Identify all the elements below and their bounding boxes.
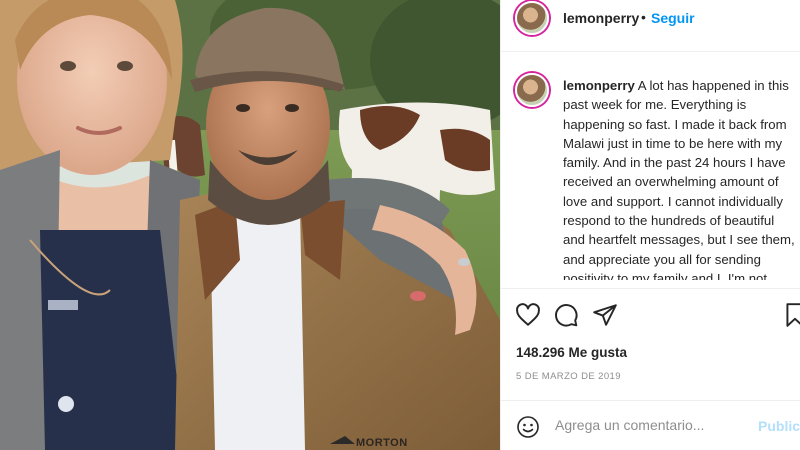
selfie-image (0, 0, 500, 450)
follow-button[interactable]: Seguir (651, 10, 695, 26)
post-side-panel: lemonperry • Seguir lemonperry A lot has… (500, 0, 800, 450)
post-caption: lemonperry A lot has happened in this pa… (563, 76, 799, 288)
header-username[interactable]: lemonperry (563, 10, 639, 26)
comment-icon[interactable] (553, 302, 579, 328)
heart-icon[interactable] (515, 302, 541, 328)
post-photo[interactable]: MORTON (0, 0, 500, 450)
caption-text: A lot has happened in this past week for… (563, 78, 795, 286)
header-separator: • (641, 9, 646, 25)
like-count[interactable]: 148.296 Me gusta (516, 345, 627, 360)
bookmark-icon[interactable] (782, 302, 800, 328)
caption-avatar[interactable] (515, 73, 549, 107)
paper-plane-icon[interactable] (592, 302, 618, 328)
post-date[interactable]: 5 DE MARZO DE 2019 (516, 371, 621, 382)
post-header: lemonperry • Seguir (501, 0, 800, 52)
jacket-brand-text: MORTON (356, 437, 408, 449)
comment-bar: Publicar (501, 400, 800, 450)
user-avatar[interactable] (515, 1, 549, 35)
post-actions: 148.296 Me gusta 5 DE MARZO DE 2019 Publ… (501, 288, 800, 449)
caption-username[interactable]: lemonperry (563, 78, 635, 93)
caption-overflow-mask (501, 280, 800, 288)
publish-button[interactable]: Publicar (758, 418, 800, 434)
smiley-icon[interactable] (516, 415, 540, 439)
comment-input[interactable] (555, 417, 735, 433)
